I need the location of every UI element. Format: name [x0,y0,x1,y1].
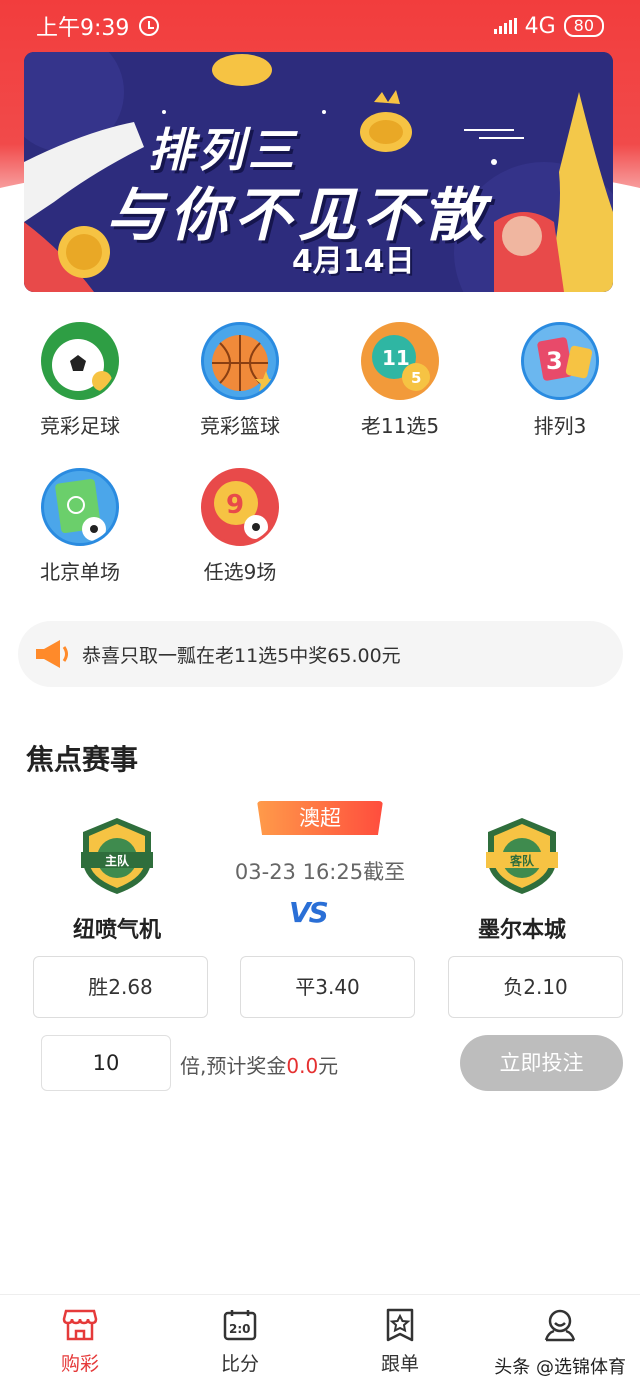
section-title: 焦点赛事 [26,743,139,776]
match-deadline: 03-23 16:25截至 [234,860,406,884]
odds-draw-button[interactable]: 平3.40 [240,956,415,1018]
banner-date: 4月14日 [292,244,415,279]
game-label: 排列3 [533,414,587,438]
status-indicators: 4G 80 [493,13,604,39]
game-item-11x5[interactable]: 11 5 老11选5 [320,322,480,439]
svg-text:3: 3 [546,347,563,375]
home-team-badge-icon: 主队 [77,816,157,896]
nav-label: 跟单 [380,1353,419,1375]
game-label: 任选9场 [203,560,277,584]
game-item-r9[interactable]: 9 任选9场 [160,468,320,585]
signal-icon [493,18,517,34]
vs-icon: VS [289,896,329,929]
lottery-balls-icon: 11 5 [361,322,439,400]
network-type: 4G [524,13,556,39]
estimate-suffix: 元 [318,1054,339,1078]
basketball-icon [201,322,279,400]
svg-text:11: 11 [382,346,410,370]
league-tag: 澳超 [257,801,383,835]
scoreboard-icon: 2:0 [222,1307,258,1343]
game-item-basketball[interactable]: 竞彩篮球 [160,322,320,439]
game-item-pl3[interactable]: 3 排列3 [480,322,640,439]
away-badge-text: 客队 [509,853,535,868]
status-time: 上午9:39 [36,16,130,41]
user-icon [542,1307,578,1343]
nav-label: 购彩 [60,1353,99,1375]
away-team-badge-icon: 客队 [482,816,562,896]
svg-text:5: 5 [411,369,421,387]
estimate-amount: 0.0 [286,1054,319,1078]
nav-item-follow[interactable]: 跟单 [320,1307,480,1376]
winner-notice-bar[interactable]: 恭喜只取一瓢在老11选5中奖65.00元 [18,621,623,687]
game-item-bjdc[interactable]: 北京单场 [0,468,160,585]
nav-item-profile[interactable] [480,1307,640,1343]
multiplier-input[interactable]: 10 [41,1035,171,1091]
nav-label: 比分 [220,1353,259,1375]
svg-text:9: 9 [226,490,244,520]
place-bet-button[interactable]: 立即投注 [460,1035,623,1091]
soccer-field-icon [41,468,119,546]
game-item-soccer[interactable]: 竞彩足球 [0,322,160,439]
away-team-name: 墨尔本城 [477,918,566,943]
game-label: 竞彩篮球 [200,414,280,438]
svg-text:2:0: 2:0 [229,1322,251,1336]
estimate-prefix: 倍,预计奖金 [180,1054,287,1078]
odds-win-button[interactable]: 胜2.68 [33,956,208,1018]
game-label: 老11选5 [360,414,440,438]
alarm-icon [139,16,160,36]
prize-estimate: 倍,预计奖金0.0元 [180,1050,338,1079]
battery-icon: 80 [563,15,604,37]
home-team[interactable]: 主队 纽喷气机 [27,816,207,944]
nav-item-scores[interactable]: 2:0 比分 [160,1307,320,1376]
away-team[interactable]: 客队 墨尔本城 [432,816,612,944]
star-bookmark-icon [382,1307,418,1343]
home-badge-text: 主队 [105,853,130,868]
watermark-text: 头条 @选锦体育 [494,1357,626,1378]
store-icon [62,1307,98,1343]
nav-item-buy[interactable]: 购彩 [0,1307,160,1376]
game-label: 竞彩足球 [40,414,120,438]
cards-icon: 3 [521,322,599,400]
status-bar: 上午9:39 4G 80 [0,0,640,52]
odds-lose-button[interactable]: 负2.10 [448,956,623,1018]
vs-label: VS [289,896,329,929]
soccer-ball-icon [41,322,119,400]
game-label: 北京单场 [40,560,120,584]
notice-text: 恭喜只取一瓢在老11选5中奖65.00元 [82,644,401,667]
home-team-name: 纽喷气机 [72,918,161,943]
nine-ball-icon: 9 [201,468,279,546]
megaphone-icon [36,640,68,668]
